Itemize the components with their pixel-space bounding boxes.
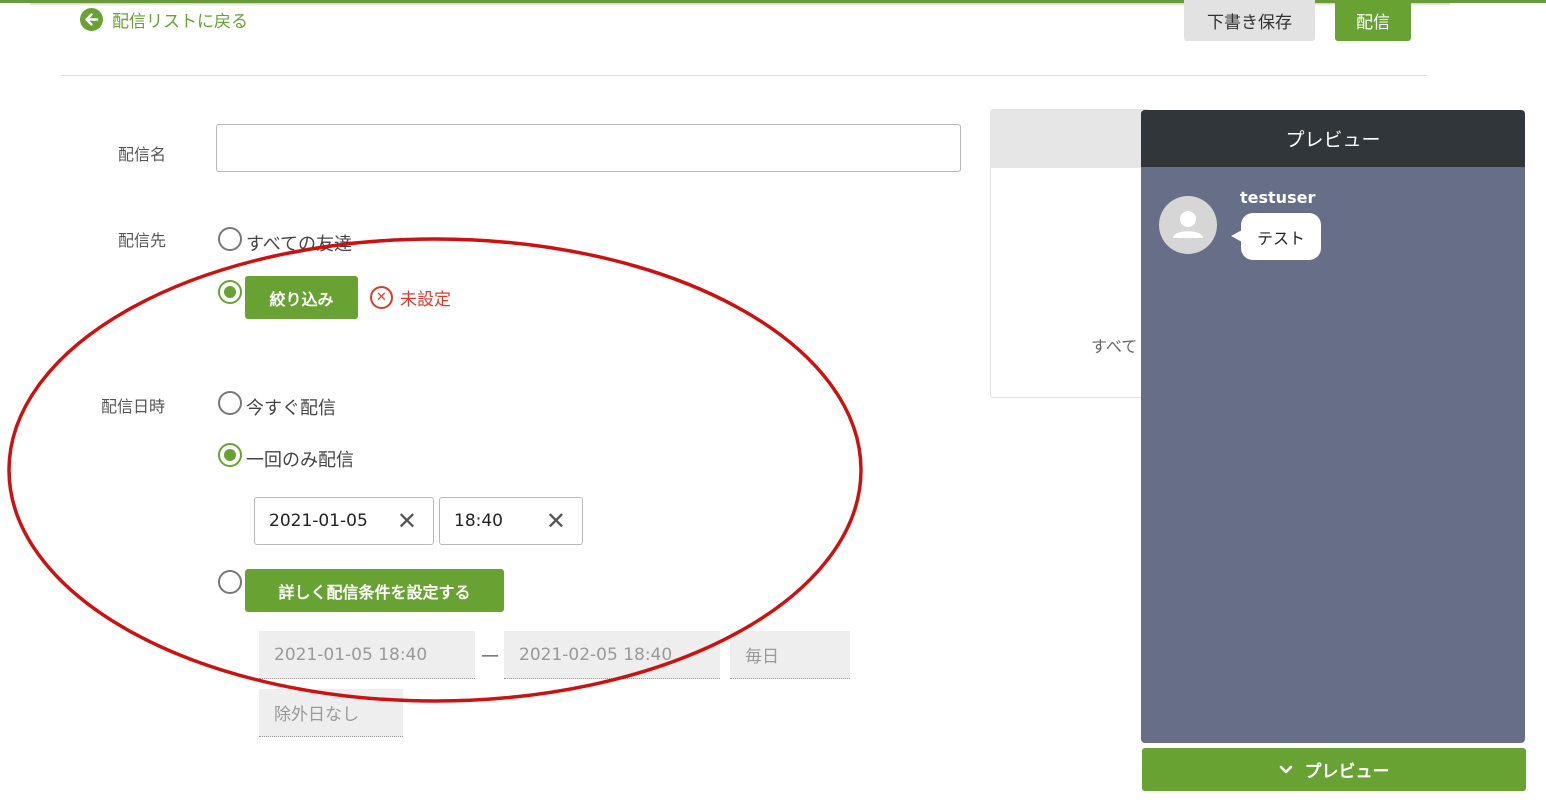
- filter-status: ✕ 未設定: [370, 285, 451, 310]
- preview-panel: プレビュー testuser テスト: [1141, 110, 1525, 743]
- message-bubble: テスト: [1230, 213, 1322, 260]
- datetime-label: 配信日時: [101, 397, 166, 416]
- range-start-field[interactable]: 2021-01-05 18:40: [259, 631, 475, 679]
- preview-toggle-button[interactable]: プレビュー: [1142, 748, 1526, 791]
- date-field[interactable]: 2021-01-05 ✕: [254, 497, 434, 545]
- date-value: 2021-01-05: [269, 511, 368, 531]
- exclude-field[interactable]: 除外日なし: [259, 689, 403, 737]
- header-divider: [61, 75, 1427, 76]
- radio-filter[interactable]: [218, 280, 242, 304]
- radio-detailed[interactable]: [218, 570, 242, 594]
- filter-status-label: 未設定: [400, 290, 451, 310]
- target-label: 配信先: [118, 231, 167, 250]
- clear-time-icon[interactable]: ✕: [546, 509, 566, 533]
- send-once-label: 一回のみ配信: [246, 450, 354, 471]
- time-value: 18:40: [454, 511, 503, 531]
- radio-send-once[interactable]: [218, 443, 242, 467]
- arrow-left-icon: [80, 8, 103, 31]
- detailed-conditions-button[interactable]: 詳しく配信条件を設定する: [245, 569, 504, 612]
- target-summary-text: すべて: [1091, 337, 1138, 356]
- back-link-label: 配信リストに戻る: [112, 12, 248, 32]
- name-label: 配信名: [118, 145, 167, 164]
- message-text: テスト: [1257, 228, 1306, 248]
- filter-button[interactable]: 絞り込み: [245, 276, 358, 319]
- card-header: [991, 110, 1149, 168]
- all-friends-label: すべての友達: [246, 234, 353, 255]
- radio-all-friends[interactable]: [218, 227, 242, 251]
- radio-send-now[interactable]: [218, 391, 242, 415]
- send-now-label: 今すぐ配信: [246, 398, 336, 419]
- preview-toggle-label: プレビュー: [1304, 762, 1390, 782]
- preview-username: testuser: [1240, 188, 1316, 207]
- preview-title: プレビュー: [1141, 110, 1525, 167]
- range-end-field[interactable]: 2021-02-05 18:40: [504, 631, 720, 679]
- clear-date-icon[interactable]: ✕: [397, 509, 417, 533]
- chevron-down-icon: [1279, 765, 1292, 773]
- time-field[interactable]: 18:40 ✕: [439, 497, 583, 545]
- send-button[interactable]: 配信: [1335, 0, 1411, 41]
- range-separator: —: [481, 645, 499, 666]
- back-to-list-link[interactable]: 配信リストに戻る: [80, 7, 248, 32]
- user-icon: [1173, 211, 1203, 238]
- delivery-name-input[interactable]: [216, 124, 961, 172]
- error-x-icon: ✕: [370, 286, 393, 309]
- repeat-field[interactable]: 毎日: [730, 631, 850, 679]
- avatar: [1159, 196, 1217, 254]
- save-draft-button[interactable]: 下書き保存: [1184, 0, 1315, 41]
